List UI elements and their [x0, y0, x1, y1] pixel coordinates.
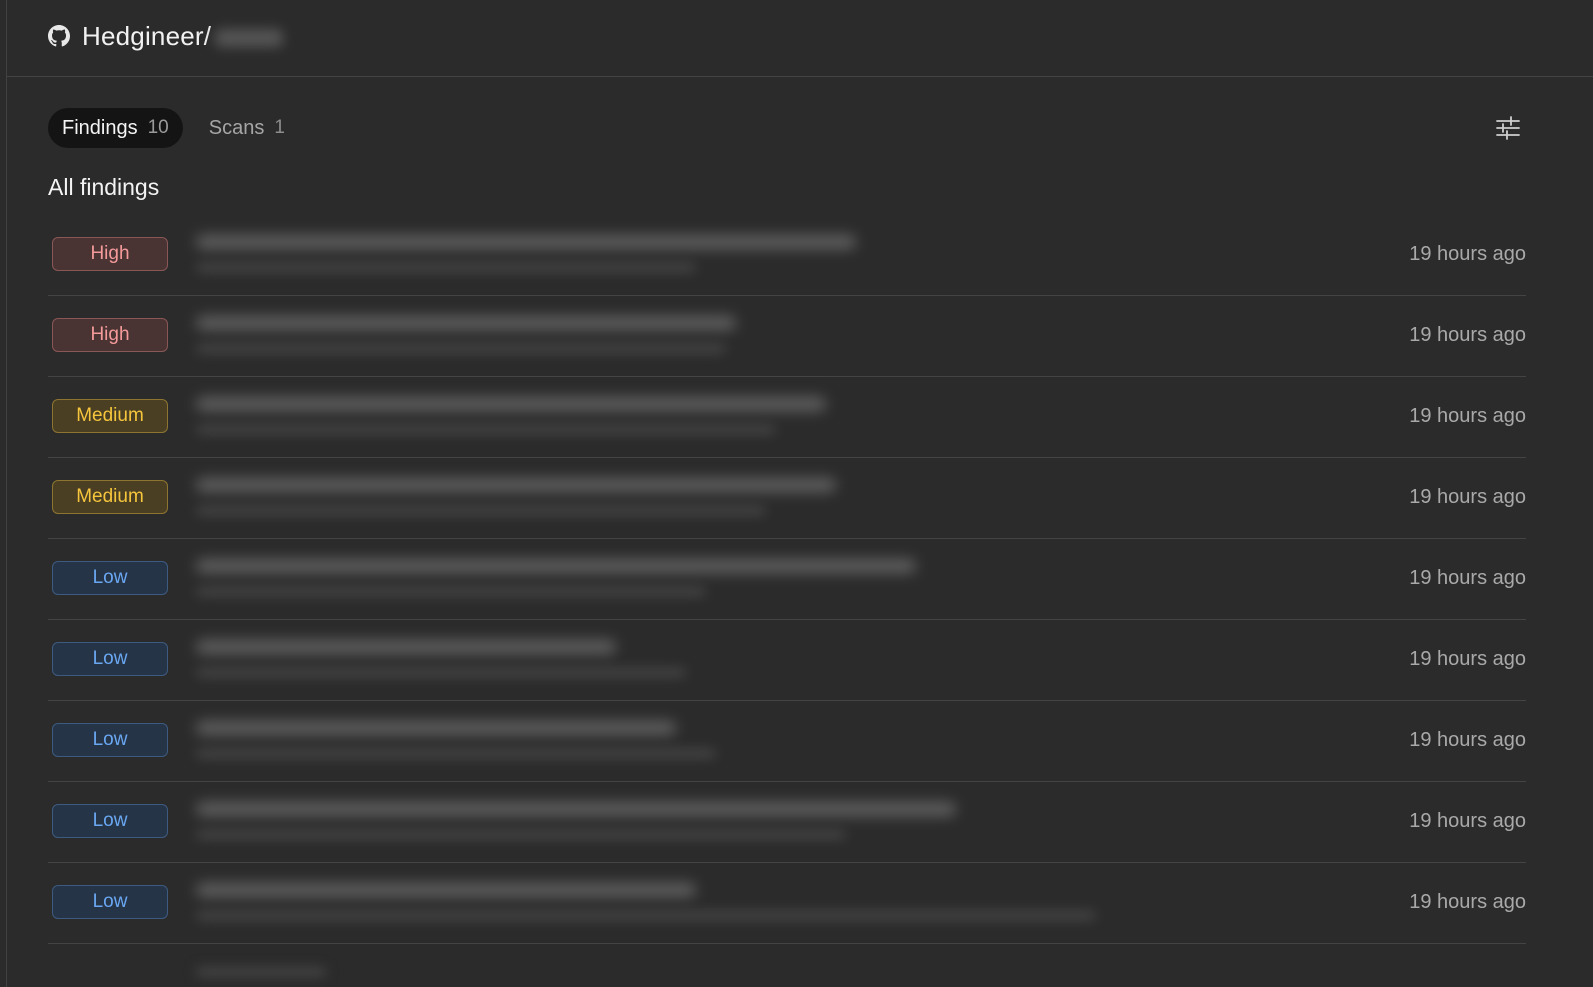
severity-badge: Low: [52, 804, 168, 838]
finding-title-redacted: [196, 802, 956, 816]
finding-row[interactable]: Low 19 hours ago: [48, 539, 1526, 620]
severity-badge: Medium: [52, 399, 168, 433]
finding-row[interactable]: High 19 hours ago: [48, 296, 1526, 377]
finding-time: 19 hours ago: [1409, 729, 1526, 751]
finding-subtitle-redacted: [196, 587, 706, 596]
finding-subtitle-redacted: [196, 668, 686, 677]
tab-scans[interactable]: Scans 1: [195, 108, 299, 148]
finding-subtitle-redacted: [196, 506, 766, 515]
finding-time: 19 hours ago: [1409, 243, 1526, 265]
finding-title-redacted: [196, 235, 856, 249]
finding-row[interactable]: Medium 19 hours ago: [48, 458, 1526, 539]
severity-badge: Low: [52, 561, 168, 595]
left-border: [6, 0, 7, 987]
next-row-redacted: [196, 968, 326, 976]
finding-row[interactable]: Low 19 hours ago: [48, 701, 1526, 782]
repo-header[interactable]: Hedgineer/: [48, 20, 284, 52]
finding-title-redacted: [196, 883, 696, 897]
finding-title-redacted: [196, 721, 676, 735]
finding-title-redacted: [196, 478, 836, 492]
tab-findings-count: 10: [147, 117, 169, 138]
sliders-icon: [1496, 116, 1520, 140]
finding-subtitle-redacted: [196, 344, 726, 353]
filter-button[interactable]: [1494, 114, 1522, 142]
repo-owner[interactable]: Hedgineer/: [82, 21, 211, 52]
finding-subtitle-redacted: [196, 830, 846, 839]
finding-title-redacted: [196, 559, 916, 573]
repo-name-redacted: [215, 29, 284, 47]
top-bar: Hedgineer/: [7, 0, 1593, 77]
severity-badge: High: [52, 237, 168, 271]
tab-findings[interactable]: Findings 10: [48, 108, 183, 148]
finding-time: 19 hours ago: [1409, 648, 1526, 670]
severity-badge: High: [52, 318, 168, 352]
finding-time: 19 hours ago: [1409, 324, 1526, 346]
severity-badge: Low: [52, 885, 168, 919]
finding-time: 19 hours ago: [1409, 567, 1526, 589]
findings-page: Hedgineer/ Findings 10 Scans 1 All findi…: [0, 0, 1593, 987]
finding-subtitle-redacted: [196, 263, 696, 272]
finding-subtitle-redacted: [196, 749, 716, 758]
section-title: All findings: [48, 174, 160, 200]
finding-row[interactable]: High 19 hours ago: [48, 215, 1526, 296]
finding-title-redacted: [196, 640, 616, 654]
finding-row[interactable]: Low 19 hours ago: [48, 782, 1526, 863]
finding-row[interactable]: Low 19 hours ago: [48, 863, 1526, 944]
finding-title-redacted: [196, 397, 826, 411]
tab-bar: Findings 10 Scans 1: [48, 108, 299, 148]
finding-title-redacted: [196, 316, 736, 330]
finding-time: 19 hours ago: [1409, 891, 1526, 913]
finding-subtitle-redacted: [196, 911, 1096, 920]
finding-time: 19 hours ago: [1409, 486, 1526, 508]
tab-scans-label: Scans: [208, 116, 265, 139]
severity-badge: Medium: [52, 480, 168, 514]
finding-row[interactable]: Low 19 hours ago: [48, 620, 1526, 701]
severity-badge: Low: [52, 723, 168, 757]
tab-scans-count: 1: [274, 117, 285, 138]
findings-list: High 19 hours ago High 19 hours ago Medi…: [48, 215, 1526, 944]
finding-row[interactable]: Medium 19 hours ago: [48, 377, 1526, 458]
github-icon: [48, 25, 70, 47]
finding-time: 19 hours ago: [1409, 810, 1526, 832]
finding-time: 19 hours ago: [1409, 405, 1526, 427]
finding-subtitle-redacted: [196, 425, 776, 434]
tab-findings-label: Findings: [62, 116, 138, 139]
severity-badge: Low: [52, 642, 168, 676]
